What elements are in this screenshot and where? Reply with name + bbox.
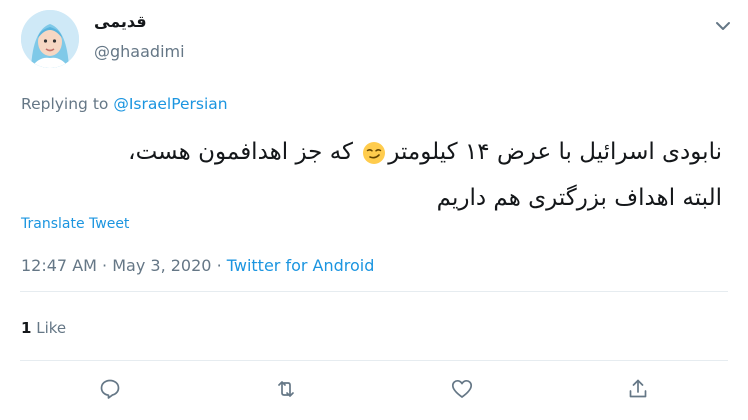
tweet-date[interactable]: May 3, 2020: [112, 256, 211, 275]
likes-count: 1: [21, 319, 32, 337]
tweet-text-part: که جز اهدافمون هست،: [128, 139, 353, 165]
tweet-text: نابودی اسرائیل با عرض ۱۴ کیلومتر که جز ا…: [22, 132, 722, 218]
meta-separator: ·: [102, 256, 108, 275]
user-handle[interactable]: @ghaadimi: [94, 42, 185, 61]
smirking-face-icon: [362, 138, 386, 178]
divider: [20, 291, 728, 292]
replying-to: Replying to @IsraelPersian: [21, 95, 228, 113]
tweet-source[interactable]: Twitter for Android: [227, 256, 375, 275]
reply-icon[interactable]: [95, 374, 125, 404]
display-name[interactable]: قدیمی: [94, 12, 147, 31]
divider: [20, 360, 728, 361]
translate-tweet-link[interactable]: Translate Tweet: [21, 216, 129, 232]
avatar[interactable]: [21, 10, 79, 68]
retweet-icon[interactable]: [271, 374, 301, 404]
tweet-text-part: نابودی اسرائیل با عرض ۱۴ کیلومتر: [388, 139, 722, 165]
tweet-time[interactable]: 12:47 AM: [21, 256, 97, 275]
share-icon[interactable]: [623, 374, 653, 404]
tweet-text-line-1: نابودی اسرائیل با عرض ۱۴ کیلومتر که جز ا…: [22, 132, 722, 178]
heart-icon[interactable]: [447, 374, 477, 404]
chevron-down-icon[interactable]: [712, 18, 734, 34]
replying-to-link[interactable]: @IsraelPersian: [113, 95, 227, 113]
tweet-meta: 12:47 AM · May 3, 2020 · Twitter for And…: [21, 256, 374, 275]
likes-stat[interactable]: 1 Like: [21, 319, 66, 337]
likes-label: Like: [36, 319, 67, 337]
tweet-text-line-2: البته اهداف بزرگتری هم داریم: [436, 185, 722, 211]
replying-label: Replying to: [21, 95, 109, 113]
meta-separator: ·: [216, 256, 222, 275]
